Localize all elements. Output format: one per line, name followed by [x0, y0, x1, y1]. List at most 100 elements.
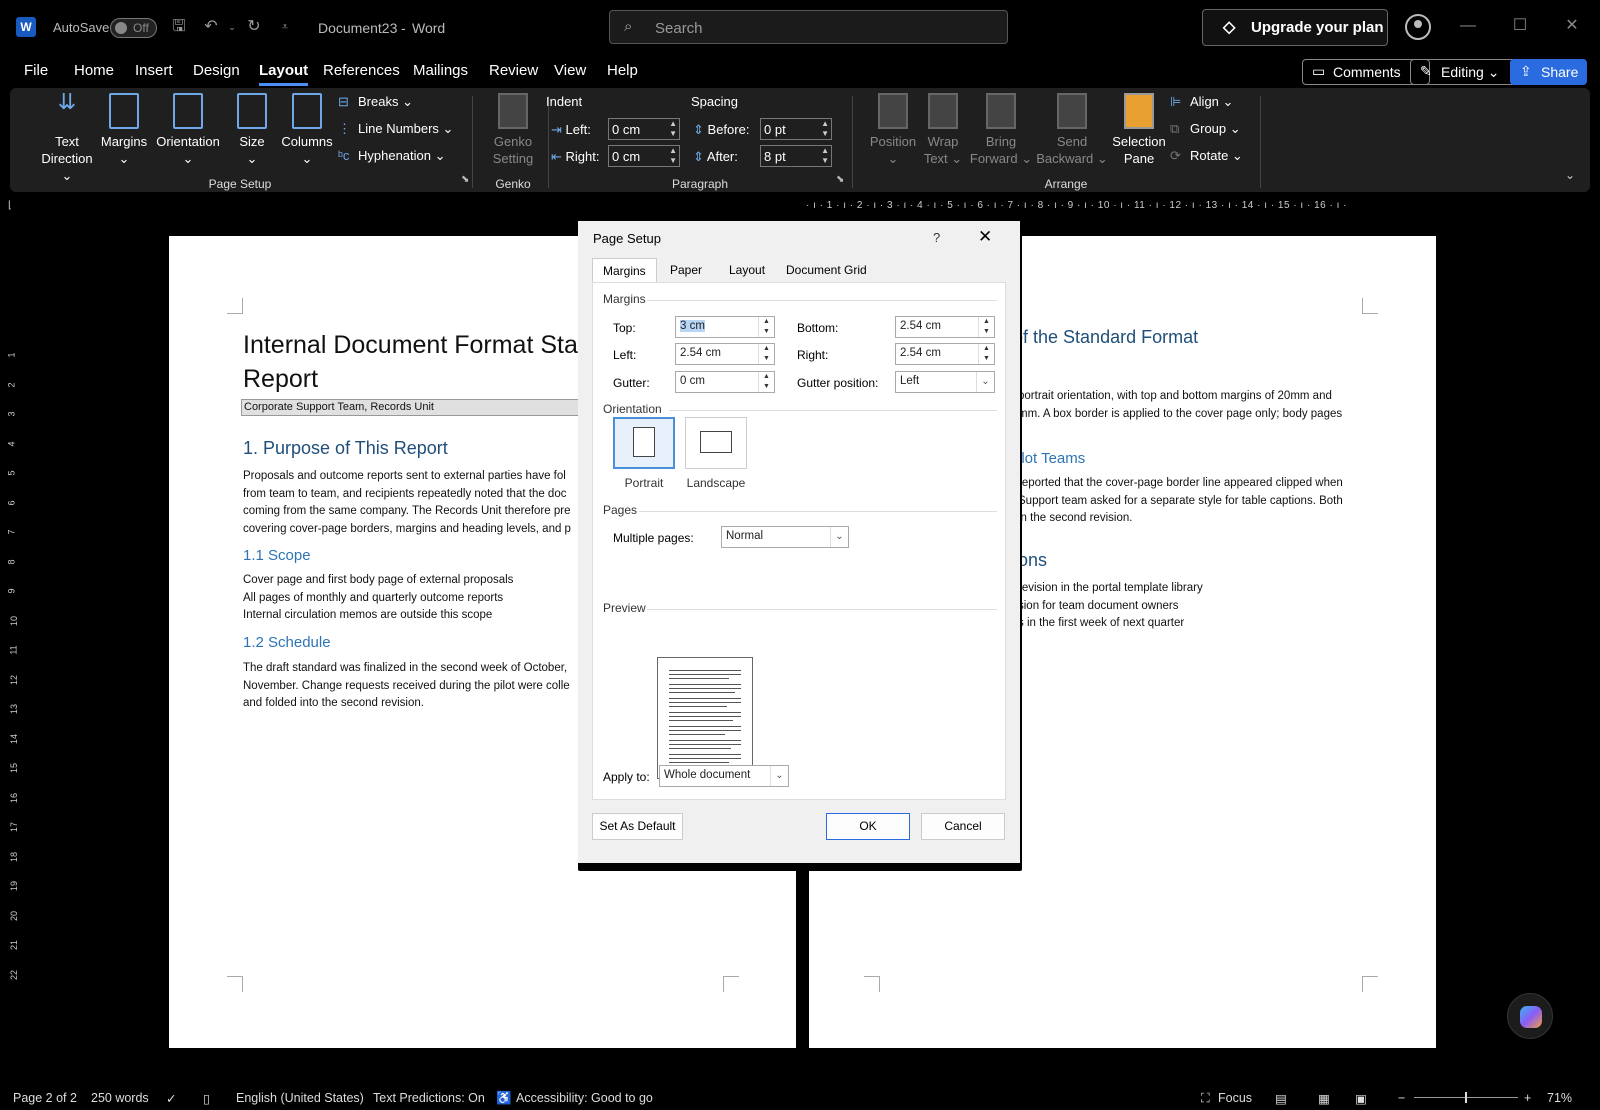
upgrade-plan-button[interactable]: ◇ Upgrade your plan — [1202, 9, 1388, 46]
vertical-ruler[interactable]: 1 2 3 4 5 6 7 8 9 10 11 12 13 14 15 16 17 18 19 20 21 22 — [6, 232, 20, 1032]
breaks-button[interactable]: ⊟ Breaks ⌄ — [338, 94, 413, 110]
tab-review[interactable]: Review — [489, 62, 538, 79]
save-icon[interactable]: 🖫 — [169, 17, 189, 37]
tab-mailings[interactable]: Mailings — [413, 62, 468, 79]
zoom-level[interactable]: 71% — [1547, 1091, 1572, 1105]
chevron-down-icon: ⌄ — [830, 527, 848, 547]
right-margin-field[interactable]: 2.54 cm ▲ ▼ — [895, 343, 995, 365]
spinner-icon[interactable]: ▲ ▼ — [821, 119, 829, 139]
autosave-toggle[interactable]: Off — [110, 18, 157, 38]
accessibility-icon[interactable]: ♿ — [496, 1091, 512, 1106]
paragraph-launcher-icon[interactable]: ⬊ — [836, 174, 844, 185]
text-predictions[interactable]: Text Predictions: On — [373, 1091, 485, 1105]
apply-to-select[interactable]: Whole document ⌄ — [659, 765, 789, 787]
ruler-number: 5 — [6, 470, 17, 476]
tab-document-grid[interactable]: Document Grid — [776, 258, 877, 282]
spacing-after-field[interactable]: 8 pt ▲ ▼ — [760, 145, 832, 167]
tab-view[interactable]: View — [554, 62, 586, 79]
indent-right-field[interactable]: 0 cm ▲ ▼ — [608, 145, 680, 167]
tab-design[interactable]: Design — [193, 62, 240, 79]
zoom-slider-thumb[interactable] — [1465, 1092, 1467, 1103]
apply-to-label: Apply to: — [603, 770, 650, 784]
collapse-ribbon-icon[interactable]: ⌄ — [1565, 168, 1575, 182]
align-button[interactable]: ⊫ Align ⌄ — [1170, 94, 1233, 110]
zoom-in-icon[interactable]: + — [1524, 1091, 1531, 1105]
tab-paper[interactable]: Paper — [660, 258, 712, 282]
margins-section-label: Margins — [603, 292, 646, 306]
zoom-out-icon[interactable]: − — [1398, 1091, 1405, 1105]
tab-file[interactable]: File — [24, 62, 48, 79]
language[interactable]: English (United States) — [236, 1091, 364, 1105]
portrait-option[interactable] — [613, 417, 675, 469]
tab-layout-dialog[interactable]: Layout — [719, 258, 775, 282]
spinner-icon[interactable]: ▲ ▼ — [758, 344, 774, 364]
top-margin-field[interactable]: 3 cm ▲ ▼ — [675, 316, 775, 338]
indent-left-field[interactable]: 0 cm ▲ ▼ — [608, 118, 680, 140]
spinner-icon[interactable]: ▲ ▼ — [978, 344, 994, 364]
tab-references[interactable]: References — [323, 62, 400, 79]
close-window-icon[interactable]: ✕ — [1560, 14, 1584, 38]
margins-button[interactable]: Margins ⌄ — [99, 93, 149, 167]
purpose-paragraph: Proposals and outcome reports sent to ex… — [243, 468, 571, 538]
tab-selector-icon[interactable]: ⌊ — [8, 200, 12, 211]
spinner-icon[interactable]: ▲ ▼ — [669, 146, 677, 166]
cancel-button[interactable]: Cancel — [921, 813, 1005, 840]
proofing-icon[interactable]: ✓ — [166, 1091, 176, 1106]
spinner-icon[interactable]: ▲ ▼ — [758, 317, 774, 337]
landscape-option[interactable] — [685, 417, 747, 469]
columns-button[interactable]: Columns ⌄ — [277, 93, 337, 167]
customize-qat-icon[interactable]: ⩡ — [275, 17, 295, 37]
search-box[interactable]: ⌕ Search — [609, 10, 1008, 44]
accessibility-status[interactable]: Accessibility: Good to go — [516, 1091, 653, 1105]
help-icon[interactable]: ? — [933, 230, 940, 245]
web-layout-icon[interactable]: ▣ — [1355, 1091, 1367, 1106]
page-setup-launcher-icon[interactable]: ⬊ — [461, 174, 469, 185]
maximize-icon[interactable]: ☐ — [1508, 14, 1532, 38]
top-margin-value: 3 cm — [680, 320, 705, 332]
hyphenation-button[interactable]: ᵇc Hyphenation ⌄ — [338, 148, 446, 164]
undo-dropdown-icon[interactable]: ⌄ — [222, 17, 242, 37]
copilot-icon[interactable] — [1507, 993, 1553, 1039]
horizontal-ruler[interactable]: · ı · 1 · ı · 2 · ı · 3 · ı · 4 · ı · 5 … — [806, 200, 1436, 212]
undo-icon[interactable]: ↶ — [201, 17, 221, 37]
spinner-icon[interactable]: ▲ ▼ — [758, 372, 774, 392]
word-count[interactable]: 250 words — [91, 1091, 149, 1105]
spinner-icon[interactable]: ▲ ▼ — [669, 119, 677, 139]
left-margin-field[interactable]: 2.54 cm ▲ ▼ — [675, 343, 775, 365]
gutter-position-select[interactable]: Left ⌄ — [895, 371, 995, 393]
redo-icon[interactable]: ↻ — [244, 17, 264, 37]
page-count[interactable]: Page 2 of 2 — [13, 1091, 77, 1105]
line-numbers-button[interactable]: ⋮ Line Numbers ⌄ — [338, 121, 453, 137]
focus-icon[interactable]: ⛶ — [1201, 1091, 1210, 1106]
tab-insert[interactable]: Insert — [135, 62, 173, 79]
spinner-icon[interactable]: ▲ ▼ — [821, 146, 829, 166]
dialog-close-icon[interactable]: ✕ — [978, 227, 992, 247]
tab-home[interactable]: Home — [74, 62, 114, 79]
spacing-before-field[interactable]: 0 pt ▲ ▼ — [760, 118, 832, 140]
bottom-margin-field[interactable]: 2.54 cm ▲ ▼ — [895, 316, 995, 338]
tab-layout[interactable]: Layout — [259, 62, 309, 86]
set-as-default-button[interactable]: Set As Default — [592, 813, 683, 840]
selection-pane-button[interactable]: Selection Pane — [1108, 93, 1170, 167]
editing-button[interactable]: ✎ Editing ⌄ — [1410, 59, 1517, 85]
spinner-icon[interactable]: ▲ ▼ — [978, 317, 994, 337]
gutter-field[interactable]: 0 cm ▲ ▼ — [675, 371, 775, 393]
book-icon[interactable]: ▯ — [203, 1091, 210, 1106]
selection-pane-label-2: Pane — [1123, 151, 1155, 166]
minimize-icon[interactable]: — — [1456, 14, 1480, 38]
read-mode-icon[interactable]: ▤ — [1275, 1091, 1287, 1106]
ok-button[interactable]: OK — [826, 813, 910, 840]
multiple-pages-select[interactable]: Normal ⌄ — [721, 526, 849, 548]
account-avatar[interactable] — [1405, 14, 1431, 40]
focus-label[interactable]: Focus — [1218, 1091, 1252, 1105]
tab-help[interactable]: Help — [607, 62, 638, 79]
tab-margins[interactable]: Margins — [592, 258, 657, 282]
share-button[interactable]: ⇪ Share — [1510, 59, 1587, 85]
genko-group-label: Genko — [495, 177, 531, 191]
size-button[interactable]: Size ⌄ — [232, 93, 272, 167]
page-preview — [657, 657, 753, 779]
text-direction-button[interactable]: ⇊ Text Direction ⌄ — [36, 91, 98, 184]
orientation-button[interactable]: Orientation ⌄ — [153, 93, 223, 167]
orientation-section-label: Orientation — [603, 402, 662, 416]
print-layout-icon[interactable]: ▦ — [1318, 1091, 1330, 1106]
